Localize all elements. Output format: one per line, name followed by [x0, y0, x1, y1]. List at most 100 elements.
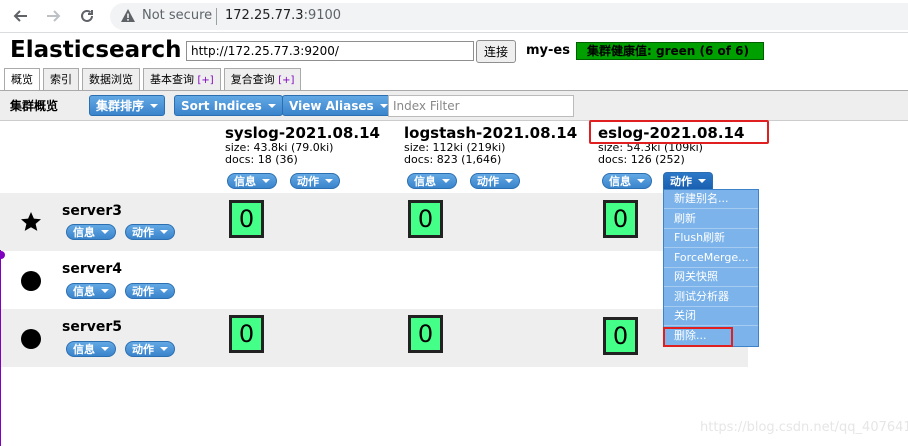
- tab-basic-query[interactable]: 基本查询 [+]: [143, 68, 221, 90]
- node-row-server4: server4 信息 动作: [0, 251, 748, 309]
- menu-item-test-analyzer[interactable]: 测试分析器: [664, 288, 758, 307]
- index-docs: docs: 823 (1,646): [404, 153, 502, 166]
- index-action-button-open[interactable]: 动作: [663, 172, 713, 190]
- node-info-button[interactable]: 信息: [66, 341, 116, 357]
- button-label: 信息: [73, 226, 95, 239]
- url-text[interactable]: 172.25.77.3:9100: [225, 8, 341, 23]
- overview-title: 集群概览: [10, 99, 59, 113]
- menu-item-new-alias[interactable]: 新建别名...: [664, 190, 758, 209]
- tab-label: 概览: [11, 73, 33, 86]
- menu-item-forcemerge[interactable]: ForceMerge...: [664, 249, 758, 268]
- button-label: 信息: [234, 175, 256, 188]
- star-icon: [21, 212, 41, 231]
- menu-item-flush[interactable]: Flush刷新: [664, 229, 758, 248]
- caret-down-icon: [325, 179, 333, 183]
- circle-icon: [21, 271, 41, 291]
- index-filter-input[interactable]: [388, 95, 574, 117]
- button-label: 集群排序: [96, 99, 145, 113]
- caret-down-icon: [160, 289, 168, 293]
- button-label: 信息: [73, 285, 95, 298]
- node-name: server4: [62, 261, 122, 277]
- index-info-button[interactable]: 信息: [227, 173, 277, 189]
- warning-icon[interactable]: [120, 8, 136, 27]
- index-info-button[interactable]: 信息: [602, 173, 652, 189]
- button-label: 动作: [297, 175, 319, 188]
- index-info-button[interactable]: 信息: [407, 173, 457, 189]
- caret-down-icon: [267, 103, 276, 108]
- main-tabs: 概览 索引 数据浏览 基本查询 [+] 复合查询 [+]: [4, 68, 304, 91]
- node-row-server5: server5 信息 动作 0 0 0: [0, 309, 748, 367]
- shard-box[interactable]: 0: [229, 200, 264, 238]
- sort-cluster-button[interactable]: 集群排序: [89, 95, 166, 116]
- cluster-health-badge: 集群健康值: green (6 of 6): [576, 42, 764, 60]
- caret-down-icon: [160, 230, 168, 234]
- forward-arrow-icon[interactable]: [43, 5, 65, 27]
- shard-box[interactable]: 0: [603, 317, 638, 355]
- index-name: syslog-2021.08.14: [225, 124, 380, 142]
- button-label: 信息: [414, 175, 436, 188]
- button-label: 动作: [132, 343, 154, 356]
- url-host: 172.25.77.3: [225, 8, 304, 23]
- security-label: Not secure: [142, 8, 213, 23]
- caret-down-icon: [160, 347, 168, 351]
- index-action-button[interactable]: 动作: [470, 173, 520, 189]
- tab-overview[interactable]: 概览: [4, 68, 40, 91]
- browser-toolbar: Not secure 172.25.77.3:9100: [0, 0, 908, 33]
- index-docs: docs: 18 (36): [225, 153, 298, 166]
- caret-down-icon: [262, 179, 270, 183]
- menu-item-gateway-snapshot[interactable]: 网关快照: [664, 268, 758, 287]
- sort-indices-button[interactable]: Sort Indices: [174, 95, 283, 116]
- shard-box[interactable]: 0: [603, 200, 638, 238]
- eslog-highlight-box: [589, 120, 769, 144]
- url-port: :9100: [303, 8, 342, 23]
- tab-plus: [+]: [278, 75, 295, 86]
- watermark: https://blog.csdn.net/qq_40764171: [700, 420, 908, 435]
- tab-label: 复合查询: [230, 73, 279, 86]
- overview-toolbar: 集群概览 集群排序 Sort Indices View Aliases: [0, 91, 908, 121]
- menu-item-refresh[interactable]: 刷新: [664, 210, 758, 229]
- connection-url-input[interactable]: [186, 41, 474, 61]
- caret-down-icon: [150, 103, 159, 108]
- circle-icon: [21, 329, 41, 349]
- tab-browser[interactable]: 数据浏览: [82, 68, 140, 90]
- node-action-button[interactable]: 动作: [125, 341, 175, 357]
- tab-label: 索引: [50, 73, 72, 86]
- caret-down-icon: [505, 179, 513, 183]
- cluster-name: my-es: [526, 43, 570, 58]
- reload-icon[interactable]: [76, 5, 98, 27]
- node-info-button[interactable]: 信息: [66, 224, 116, 240]
- back-arrow-icon[interactable]: [9, 5, 31, 27]
- button-label: 动作: [670, 175, 692, 188]
- tab-compound-query[interactable]: 复合查询 [+]: [223, 68, 302, 90]
- connect-button[interactable]: 连接: [476, 40, 516, 63]
- index-name: logstash-2021.08.14: [404, 124, 578, 142]
- caret-down-icon: [637, 179, 645, 183]
- node-action-button[interactable]: 动作: [125, 283, 175, 299]
- button-label: View Aliases: [289, 98, 374, 113]
- caret-down-icon: [101, 347, 109, 351]
- shard-box[interactable]: 0: [408, 200, 443, 238]
- shard-box[interactable]: 0: [229, 315, 264, 353]
- caret-down-icon: [442, 179, 450, 183]
- tab-indices[interactable]: 索引: [43, 68, 79, 90]
- caret-down-icon: [101, 289, 109, 293]
- index-action-menu: 新建别名... 刷新 Flush刷新 ForceMerge... 网关快照 测试…: [663, 189, 759, 347]
- left-edge-line: [0, 250, 1, 446]
- caret-down-icon: [698, 179, 706, 183]
- address-bar[interactable]: Not secure 172.25.77.3:9100: [110, 3, 908, 30]
- index-docs: docs: 126 (252): [598, 153, 685, 166]
- node-info-button[interactable]: 信息: [66, 283, 116, 299]
- node-row-server3: server3 信息 动作 0 0 0: [0, 193, 748, 251]
- view-aliases-button[interactable]: View Aliases: [282, 95, 395, 116]
- tab-plus: [+]: [197, 75, 214, 86]
- app-title: Elasticsearch: [10, 37, 182, 63]
- node-name: server3: [62, 203, 122, 219]
- index-action-button[interactable]: 动作: [290, 173, 340, 189]
- shard-box[interactable]: 0: [408, 315, 443, 353]
- button-label: 动作: [477, 175, 499, 188]
- node-name: server5: [62, 319, 122, 335]
- button-label: 信息: [73, 343, 95, 356]
- menu-item-close[interactable]: 关闭: [664, 307, 758, 326]
- index-header-logstash: logstash-2021.08.14 size: 112ki (219ki) …: [404, 124, 577, 166]
- node-action-button[interactable]: 动作: [125, 224, 175, 240]
